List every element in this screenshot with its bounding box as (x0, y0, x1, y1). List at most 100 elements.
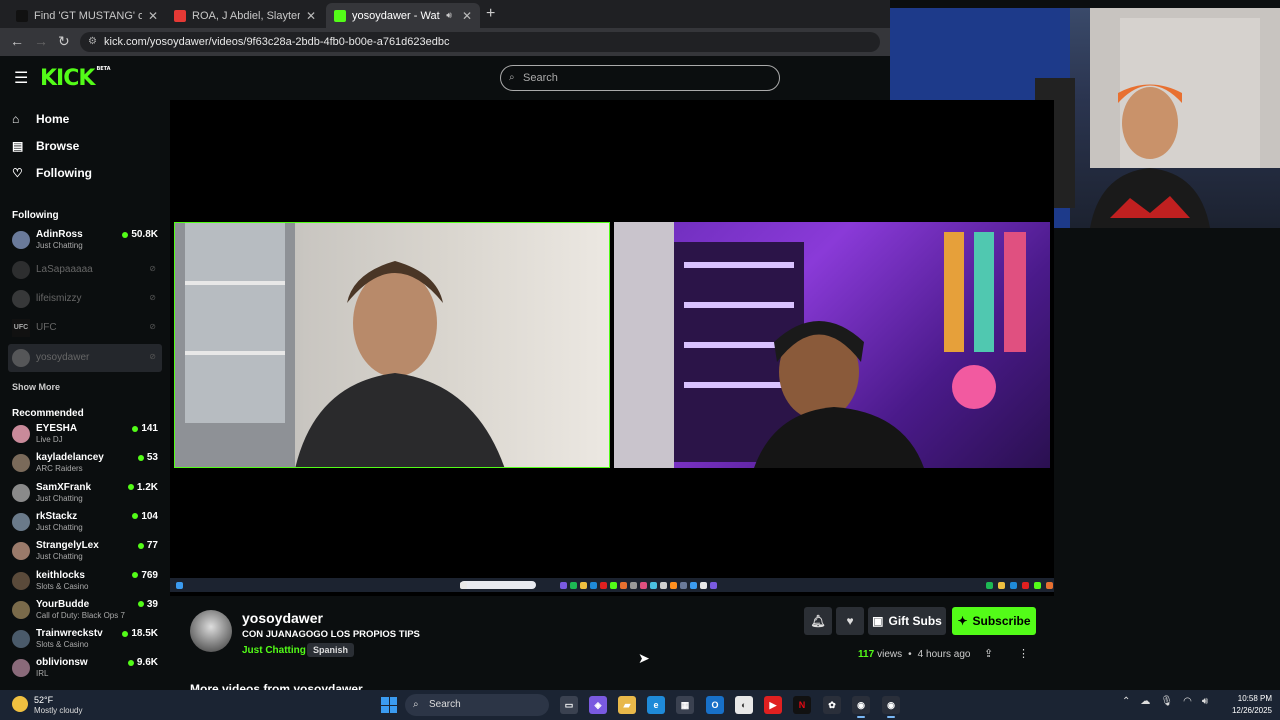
channel-name: EYESHA (36, 423, 78, 434)
speaker-icon[interactable]: 🔊︎ (446, 10, 452, 21)
category-link[interactable]: Just Chatting (242, 645, 306, 656)
viewer-count-text: 18.5K (131, 628, 158, 640)
microphone-icon[interactable]: 🎙︎ (1160, 696, 1173, 707)
channel-category: Slots & Casino (36, 581, 89, 591)
show-more-link[interactable]: Show More (12, 382, 60, 392)
copilot-icon[interactable]: ◈ (589, 696, 607, 714)
following-channel[interactable]: AdinRoss Just Chatting 50.8K (8, 226, 162, 254)
notification-button[interactable]: 🔔︎ (804, 607, 832, 635)
search-icon: ⌕ (413, 699, 419, 710)
channel-name: rkStackz (36, 510, 78, 522)
share-icon[interactable]: ⇪ (984, 647, 993, 660)
recommended-channel[interactable]: rkStackz Just Chatting 104 (8, 508, 162, 536)
following-heading: Following (12, 210, 59, 221)
start-button[interactable] (381, 697, 397, 713)
sidebar-item-following[interactable]: ♡ Following (12, 166, 92, 180)
following-channel[interactable]: lifeismizzy ⊘ (8, 285, 162, 313)
reload-icon[interactable]: ↻ (58, 33, 70, 50)
channel-category: Call of Duty: Black Ops 7 (36, 610, 125, 620)
weather-widget[interactable]: 52°F Mostly cloudy (8, 694, 108, 716)
channel-avatar[interactable] (190, 610, 232, 652)
recommended-channel[interactable]: keithlocks Slots & Casino 769 (8, 567, 162, 595)
close-tab-icon[interactable]: ✕ (306, 9, 316, 23)
live-dot-icon (127, 659, 134, 666)
file-explorer-icon[interactable]: ▰ (618, 696, 636, 714)
task-view-icon[interactable]: ▭ (560, 696, 578, 714)
channel-name: kayladelancey (36, 452, 104, 464)
close-tab-icon[interactable]: ✕ (462, 9, 472, 23)
recommended-channel[interactable]: Trainwreckstv Slots & Casino 18.5K (8, 625, 162, 653)
back-icon[interactable]: ← (10, 33, 24, 49)
recommended-channel[interactable]: EYESHA Live DJ 141 (8, 420, 162, 448)
subscribe-button[interactable]: ✦ Subscribe (952, 607, 1036, 635)
sidebar-item-home[interactable]: ⌂ Home (12, 112, 69, 126)
following-channel[interactable]: UFC UFC ⊘ (8, 314, 162, 342)
nav-label: Following (36, 166, 92, 180)
gift-subs-button[interactable]: ▣ Gift Subs (868, 607, 946, 635)
channel-name[interactable]: yosoydawer (242, 610, 323, 626)
embedded-taskbar-icon (1010, 582, 1017, 589)
views-label: views (877, 649, 903, 660)
browser-tab-youtube[interactable]: ROA, J Abdiel, Slayter - ECLIPSE ✕ (166, 3, 324, 28)
recommended-channel[interactable]: YourBudde Call of Duty: Black Ops 7 39 (8, 596, 162, 624)
more-options-icon[interactable]: ⋮ (1018, 647, 1029, 660)
search-input[interactable]: ⌕ Search (500, 65, 780, 91)
recommended-channel[interactable]: SamXFrank Just Chatting 1.2K (8, 479, 162, 507)
app-icon[interactable]: ✿ (823, 696, 841, 714)
language-tag[interactable]: Spanish (307, 643, 355, 657)
recommended-channel[interactable]: StrangelyLex Just Chatting 77 (8, 537, 162, 565)
live-dot-icon (137, 601, 144, 608)
close-tab-icon[interactable]: ✕ (148, 9, 158, 23)
following-channel-selected[interactable]: yosoydawer ⊘ (8, 344, 162, 372)
chrome-icon[interactable]: ◉ (852, 696, 870, 718)
cloud-icon[interactable]: ☁ (1140, 696, 1150, 707)
chevron-up-icon[interactable]: ⌃ (1122, 696, 1130, 707)
netflix-icon[interactable]: N (793, 696, 811, 714)
sidebar-item-browse[interactable]: ▤ Browse (12, 139, 79, 153)
system-tray: ⌃ ☁ 🎙︎ ◠ 🔊︎ (1122, 696, 1208, 707)
forward-icon[interactable]: → (34, 33, 48, 49)
weather-icon (12, 696, 28, 712)
bell-icon: 🔔︎ (810, 614, 826, 628)
clock[interactable]: 10:58 PM 12/26/2025 (1226, 693, 1272, 717)
taskbar-search[interactable]: ⌕ Search (405, 694, 549, 716)
browser-tab-kick[interactable]: yosoydawer - Watch the VC 🔊︎ ✕ (326, 3, 480, 28)
mouse-cursor-icon: ➤ (638, 650, 650, 666)
recommended-channel[interactable]: kayladelancey ARC Raiders 53 (8, 449, 162, 477)
youtube-icon (174, 9, 186, 22)
edge-icon[interactable]: e (647, 696, 665, 714)
viewer-count-text: 141 (141, 423, 158, 434)
outlook-icon[interactable]: O (706, 696, 724, 714)
avatar (12, 231, 30, 249)
viewer-count-text: 769 (141, 569, 158, 581)
viewer-count: 141 (132, 423, 158, 434)
video-player[interactable] (170, 100, 1054, 596)
volume-icon[interactable]: 🔊︎ (1202, 696, 1208, 707)
photos-icon[interactable]: ◐ (735, 696, 753, 714)
avatar (12, 349, 30, 367)
kick-logo[interactable]: KICK BETA (40, 66, 111, 91)
embedded-taskbar-icon (998, 582, 1005, 589)
wifi-icon[interactable]: ◠ (1183, 696, 1192, 707)
following-channel[interactable]: LaSapaaaaa ⊘ (8, 256, 162, 284)
address-bar[interactable]: ⚙ kick.com/yosoydawer/videos/9f63c28a-2b… (80, 32, 880, 52)
browser-tab-tiktok[interactable]: Find 'GT MUSTANG' on TikTok | ✕ (8, 3, 166, 28)
search-icon: ⌕ (509, 72, 515, 83)
site-info-icon[interactable]: ⚙ (88, 32, 97, 52)
follow-button[interactable]: ♥ (836, 607, 864, 635)
live-dot-icon (132, 513, 139, 520)
avatar (12, 659, 30, 678)
menu-icon[interactable]: ☰ (14, 68, 28, 88)
guest-camera-image (175, 223, 505, 467)
viewer-count: 1.2K (127, 482, 158, 493)
new-tab-button[interactable]: + (486, 5, 495, 23)
chrome-profile-icon[interactable]: ◉ (882, 696, 900, 718)
store-icon[interactable]: ▦ (676, 696, 694, 714)
embedded-search-bar (460, 581, 536, 589)
offline-icon: ⊘ (149, 264, 156, 273)
youtube-icon[interactable]: ▶ (764, 696, 782, 714)
recommended-heading: Recommended (12, 408, 84, 419)
right-panel (1054, 228, 1280, 690)
video-stats: 117 views • 4 hours ago (858, 649, 971, 660)
recommended-channel[interactable]: oblivionsw IRL 9.6K (8, 654, 162, 682)
